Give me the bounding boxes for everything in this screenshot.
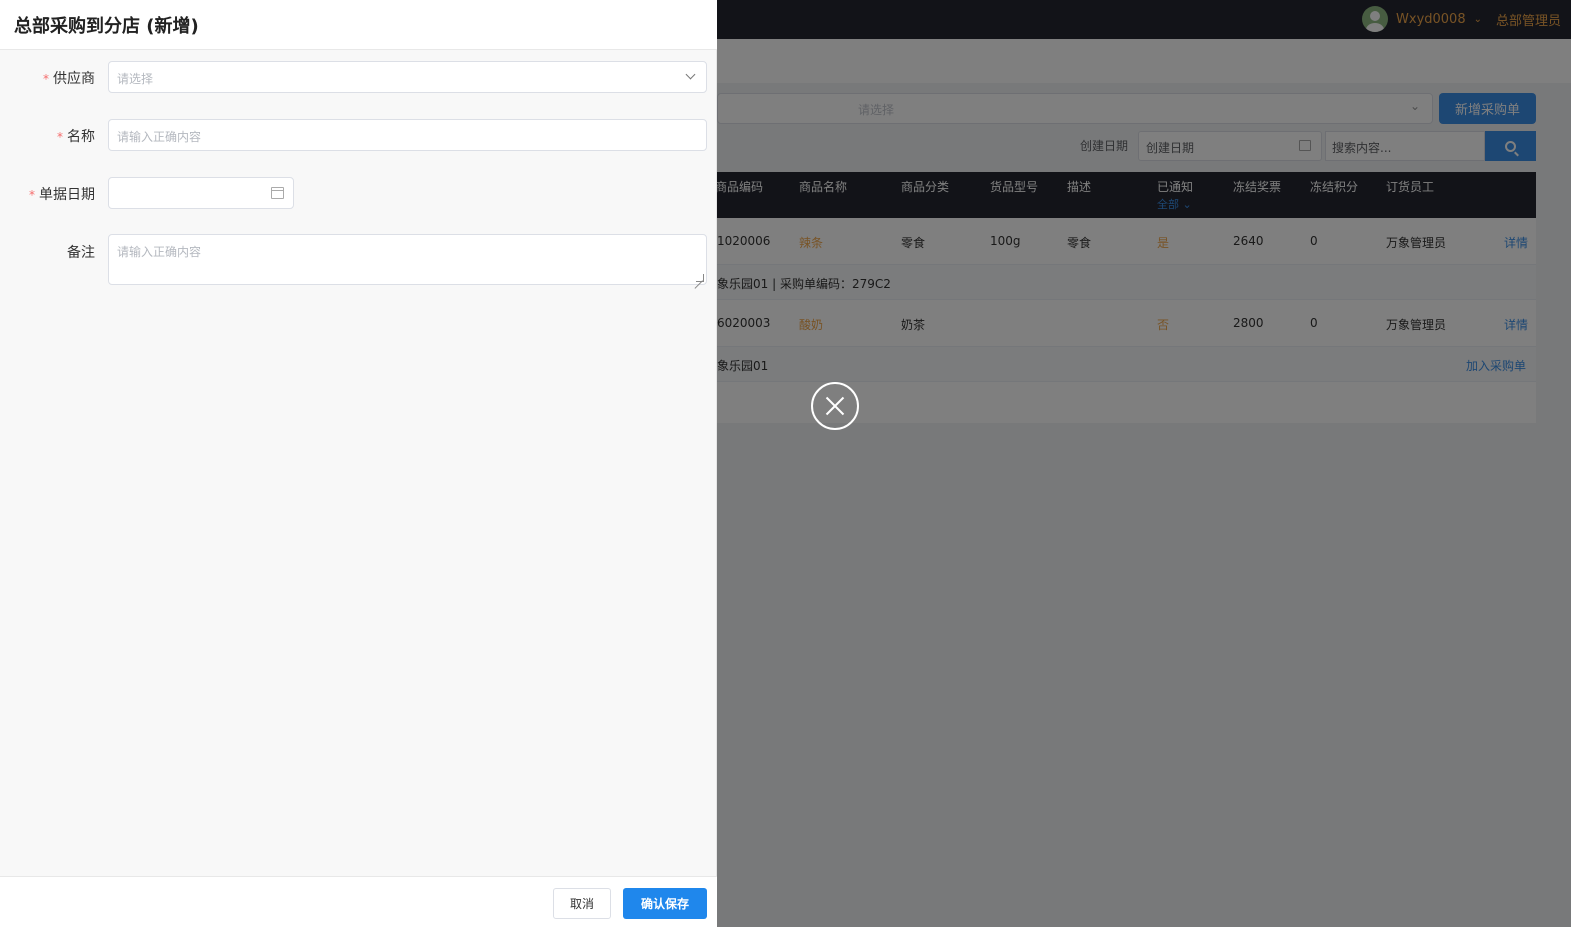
required-mark: * xyxy=(29,188,35,202)
document-date-label-text: 单据日期 xyxy=(39,187,95,203)
required-mark: * xyxy=(43,72,49,86)
confirm-save-button[interactable]: 确认保存 xyxy=(623,888,707,919)
document-date-label: * 单据日期 xyxy=(15,184,95,204)
name-label: * 名称 xyxy=(15,126,95,146)
supplier-select[interactable]: 请选择 xyxy=(108,61,707,93)
create-purchase-drawer: 总部采购到分店 (新增) * 供应商 请选择 * 名称 请输入正确内容 * 单据日期 … xyxy=(0,0,717,927)
name-label-text: 名称 xyxy=(67,129,95,145)
drawer-title: 总部采购到分店 (新增) xyxy=(14,16,199,37)
required-mark: * xyxy=(57,130,63,144)
remark-label: 备注 xyxy=(67,245,95,261)
close-icon[interactable] xyxy=(811,382,859,430)
chevron-down-icon xyxy=(685,69,696,80)
supplier-label: * 供应商 xyxy=(15,68,95,88)
supplier-placeholder: 请选择 xyxy=(117,72,154,86)
document-date-picker[interactable] xyxy=(108,177,294,209)
supplier-label-text: 供应商 xyxy=(53,71,95,87)
calendar-icon xyxy=(271,187,284,199)
resize-handle-icon[interactable] xyxy=(696,274,704,282)
drawer-header: 总部采购到分店 (新增) xyxy=(0,0,717,50)
remark-textarea[interactable]: 请输入正确内容 xyxy=(108,234,707,285)
remark-placeholder: 请输入正确内容 xyxy=(117,245,202,259)
cancel-button[interactable]: 取消 xyxy=(553,888,611,919)
name-placeholder: 请输入正确内容 xyxy=(117,130,202,144)
drawer-footer: 取消 确认保存 xyxy=(0,876,717,927)
name-input[interactable]: 请输入正确内容 xyxy=(108,119,707,151)
